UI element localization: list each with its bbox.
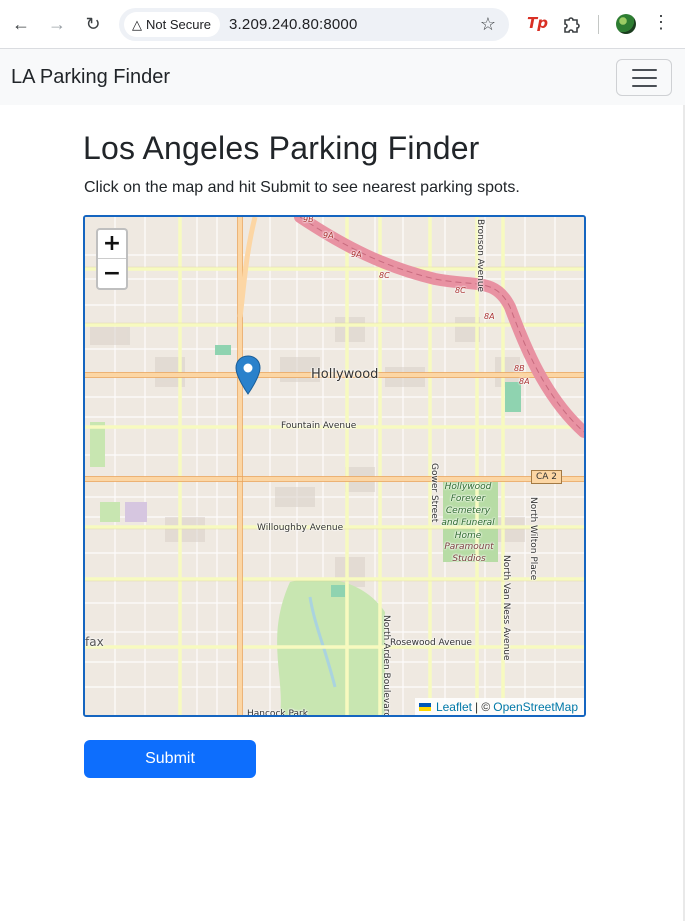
map-label-exit-8b: 8B (514, 364, 525, 373)
map-label-hollywood: Hollywood (311, 367, 379, 382)
openstreetmap-link[interactable]: OpenStreetMap (493, 700, 578, 714)
zoom-in-button[interactable]: + (98, 230, 126, 259)
map-label-exit-8c: 8C (379, 271, 390, 280)
page-title: Los Angeles Parking Finder (83, 130, 480, 166)
navbar-toggler-button[interactable] (616, 59, 672, 96)
browser-toolbar: ← → ↻ △ Not Secure 3.209.240.80:8000 ☆ T… (0, 0, 685, 49)
map-label-studios: Paramount Studios (444, 542, 494, 565)
map-label-gower: Gower Street (429, 463, 439, 523)
map-label-exit-9b: 9B (303, 215, 314, 224)
map-attribution: Leaflet | © OpenStreetMap (414, 698, 584, 715)
extensions-puzzle-icon[interactable] (562, 14, 582, 34)
extension-tp-icon[interactable]: Tp (527, 14, 548, 34)
hamburger-icon (631, 76, 657, 79)
more-menu-icon[interactable]: ⋮ (652, 13, 670, 31)
map-label-cemetery: Hollywood Forever Cemetery and Funeral H… (441, 482, 495, 541)
map-view[interactable]: Hollywood Fountain Avenue Willoughby Ave… (83, 215, 586, 717)
map-label-rosewood: Rosewood Avenue (390, 638, 472, 648)
instructions-text: Click on the map and hit Submit to see n… (84, 179, 520, 196)
map-label-fountain: Fountain Avenue (281, 421, 357, 431)
map-label-hancock-park: Hancock Park (247, 709, 308, 717)
zoom-out-button[interactable]: − (98, 259, 126, 288)
security-label: Not Secure (146, 17, 212, 32)
reload-icon[interactable]: ↻ (81, 12, 105, 36)
map-label-willoughby: Willoughby Avenue (257, 523, 344, 533)
security-chip[interactable]: △ Not Secure (124, 12, 221, 37)
leaflet-link[interactable]: Leaflet (436, 700, 472, 714)
profile-avatar[interactable] (616, 14, 636, 34)
location-marker-icon[interactable] (235, 355, 261, 400)
map-label-exit-8c-2: 8C (455, 286, 466, 295)
forward-arrow-icon[interactable]: → (45, 12, 69, 36)
url-text[interactable]: 3.209.240.80:8000 (229, 16, 358, 33)
attribution-separator: | © (474, 699, 491, 714)
zoom-control: + − (96, 228, 128, 290)
app-navbar: LA Parking Finder (0, 49, 685, 105)
map-label-exit-8a: 8A (484, 312, 495, 321)
map-label-north-arden: North Arden Boulevard (381, 615, 391, 717)
ukraine-flag-icon (418, 702, 431, 711)
bookmark-star-icon[interactable]: ☆ (480, 14, 496, 35)
warning-icon: △ (132, 16, 142, 32)
map-label-bronson: Bronson Avenue (475, 219, 485, 293)
map-label-north-wilton: North Wilton Place (528, 497, 538, 581)
map-label-exit-9a-2: 9A (351, 250, 362, 259)
toolbar-divider (598, 15, 599, 34)
address-bar[interactable]: △ Not Secure 3.209.240.80:8000 ☆ (119, 8, 509, 41)
hamburger-icon (631, 84, 657, 87)
navbar-brand[interactable]: LA Parking Finder (11, 66, 170, 89)
submit-button[interactable]: Submit (84, 740, 256, 778)
map-label-exit-8a-2: 8A (519, 377, 530, 386)
map-label-fax: fax (85, 635, 104, 649)
back-arrow-icon[interactable]: ← (9, 12, 33, 36)
map-label-ca2-shield: CA 2 (531, 470, 563, 484)
map-label-exit-9a: 9A (323, 231, 334, 240)
hamburger-icon (631, 68, 657, 71)
map-label-north-van-ness: North Van Ness Avenue (501, 555, 511, 661)
